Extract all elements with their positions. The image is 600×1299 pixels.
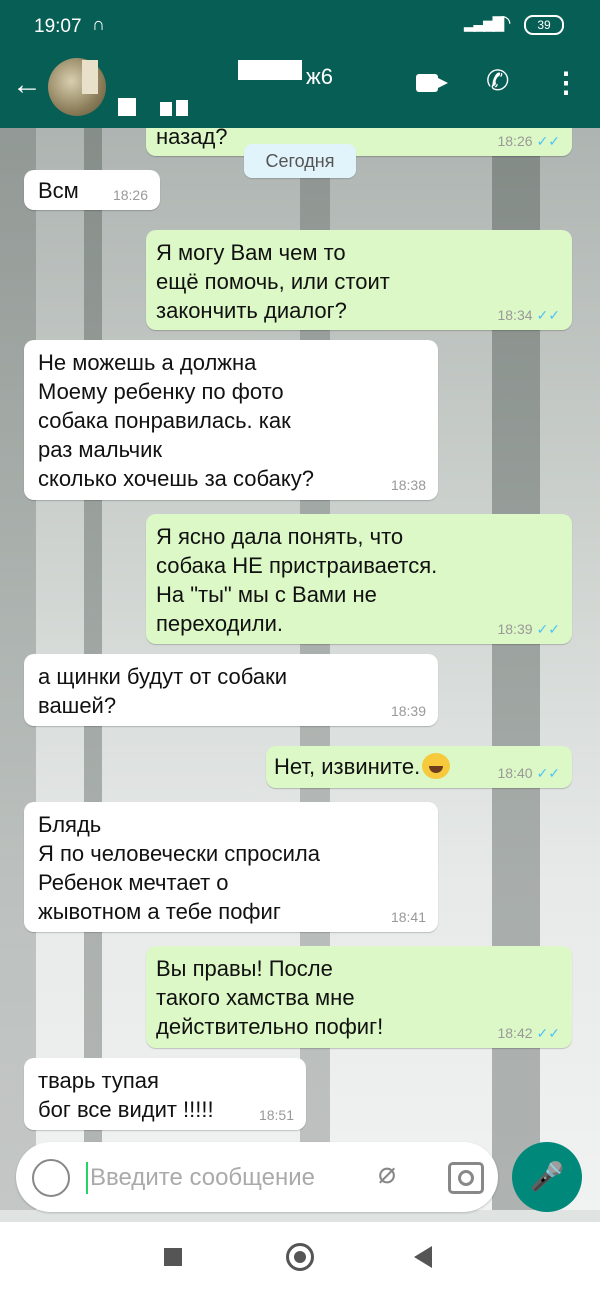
message-outgoing[interactable]: Нет, извините. 18:40 ✓✓ [266,746,572,788]
emoji-icon[interactable] [32,1159,70,1197]
message-time: 18:39 [497,621,533,637]
redacted-name-block [118,98,136,116]
camera-icon[interactable] [448,1162,484,1194]
video-call-icon[interactable] [416,74,448,92]
message-text: Вы правы! После такого хамства мне дейст… [156,956,384,1039]
home-icon[interactable] [286,1243,314,1271]
message-time: 18:26 [497,133,533,149]
date-separator: Сегодня [244,144,356,178]
message-incoming[interactable]: а щинки будут от собаки вашей? 18:39 [24,654,438,726]
chat-header: ← ж6 ✆ ⋮ [0,50,600,128]
message-input[interactable]: Введите сообщение [90,1164,315,1192]
message-time: 18:34 [497,307,533,323]
read-ticks-icon: ✓✓ [536,133,560,149]
redacted-name-block [176,100,188,116]
phone-call-icon[interactable]: ✆ [486,64,509,97]
message-text: Блядь Я по человечески спросила Ребенок … [38,812,320,924]
wifi-icon: ◠ [494,12,512,34]
contact-name[interactable]: ж6 [306,64,333,90]
message-outgoing[interactable]: Я ясно дала понять, что собака НЕ пристр… [146,514,572,644]
message-incoming[interactable]: Не можешь а должна Моему ребенку по фото… [24,340,438,500]
message-time: 18:42 [497,1025,533,1041]
message-time: 18:51 [258,1107,294,1123]
redacted-name-block [160,102,172,116]
text-cursor [86,1162,88,1194]
message-incoming[interactable]: Всм 18:26 [24,170,160,210]
recents-icon[interactable] [164,1248,182,1266]
attach-icon[interactable]: ⌀ [378,1156,396,1191]
chat-area[interactable]: назад? 18:26 ✓✓ Сегодня Всм 18:26 Я могу … [0,128,600,1210]
system-nav-bar [0,1222,600,1299]
battery-icon: 39 [524,15,564,35]
headphones-icon: ∩ [92,14,105,34]
microphone-icon: 🎤 [529,1161,565,1192]
message-text: Я ясно дала понять, что собака НЕ пристр… [156,524,438,636]
message-incoming[interactable]: Блядь Я по человечески спросила Ребенок … [24,802,438,932]
redacted-name-block [238,60,302,80]
message-incoming[interactable]: тварь тупая бог все видит !!!!! 18:51 [24,1058,306,1130]
read-ticks-icon: ✓✓ [536,1025,560,1041]
message-text: Всм [38,178,79,203]
back-arrow-icon[interactable]: ← [12,68,42,102]
redacted-name-block [82,60,98,94]
message-time: 18:39 [390,703,426,719]
message-outgoing[interactable]: Вы правы! После такого хамства мне дейст… [146,946,572,1048]
message-text: Я могу Вам чем то ещё помочь, или стоит … [156,240,390,323]
message-text: Не можешь а должна Моему ребенку по фото… [38,350,314,491]
message-time: 18:38 [390,477,426,493]
message-text: тварь тупая бог все видит !!!!! [38,1068,214,1122]
message-text: назад? [156,128,228,149]
message-time: 18:41 [390,909,426,925]
read-ticks-icon: ✓✓ [536,621,560,637]
message-time: 18:40 [497,765,533,781]
message-outgoing[interactable]: назад? 18:26 ✓✓ [146,128,572,156]
back-icon[interactable] [414,1246,432,1268]
status-time: 19:07 [34,16,82,37]
message-outgoing[interactable]: Я могу Вам чем то ещё помочь, или стоит … [146,230,572,330]
message-time: 18:26 [112,187,148,203]
message-text: а щинки будут от собаки вашей? [38,664,287,718]
status-bar: 19:07 ∩ ▂▃▅▇ ◠ 39 [0,0,600,50]
laughing-emoji-icon [422,753,451,779]
microphone-button[interactable]: 🎤 [512,1142,582,1212]
read-ticks-icon: ✓✓ [536,307,560,323]
read-ticks-icon: ✓✓ [536,765,560,781]
message-input-bar[interactable]: Введите сообщение ⌀ [16,1142,498,1212]
message-text: Нет, извините. [274,754,421,779]
more-options-icon[interactable]: ⋮ [552,66,580,99]
